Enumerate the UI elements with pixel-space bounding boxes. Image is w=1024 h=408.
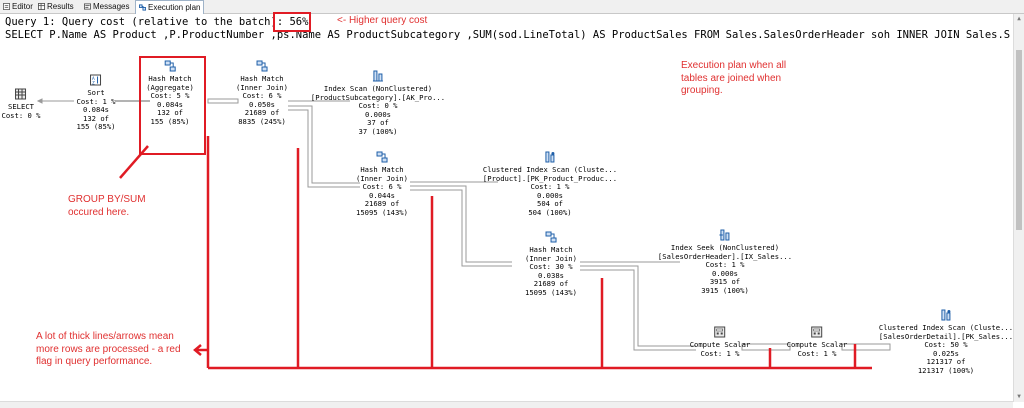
plan-node-hash-join-1[interactable]: Hash Match (Inner Join) Cost: 6 % 0.050s… (236, 60, 288, 127)
compute-scalar-icon (714, 326, 726, 338)
node-rows-estimate: 155 (85%) (76, 122, 116, 132)
annotation-line: A lot of thick lines/arrows mean (36, 331, 174, 342)
horizontal-scrollbar[interactable] (0, 401, 1013, 408)
node-rows-estimate: 155 (85%) (150, 116, 190, 126)
scroll-down-icon[interactable]: ▼ (1015, 393, 1023, 401)
hash-match-icon (376, 151, 388, 163)
annotation-line: tables are joined when (681, 72, 782, 84)
plan-node-compute-scalar-1[interactable]: Compute Scalar Cost: 1 % (690, 326, 750, 358)
annotation-line: flag in query performance. (36, 356, 153, 367)
hash-match-icon (545, 231, 557, 243)
annotation-line: GROUP BY/SUM (68, 194, 146, 205)
node-cost: Cost: 1 % (797, 348, 837, 358)
sort-icon: AZ (90, 74, 102, 86)
scrollbar-thumb[interactable] (1016, 50, 1022, 230)
index-seek-icon (719, 229, 730, 241)
node-rows-estimate: 15095 (143%) (356, 207, 408, 217)
plan-node-index-scan-subcategory[interactable]: Index Scan (NonClustered) [ProductSubcat… (311, 70, 445, 137)
annotation-line: occured here. (68, 206, 130, 218)
annotation-thick-lines: A lot of thick lines/arrows mean more ro… (36, 331, 181, 369)
annotation-group-by: GROUP BY/SUM occured here. (68, 194, 146, 219)
clustered-index-scan-icon (545, 151, 555, 163)
annotation-line: Execution plan when all (681, 60, 787, 71)
node-rows-estimate: 37 (100%) (358, 126, 398, 136)
cost-highlight-box (273, 12, 311, 32)
node-rows-estimate: 121317 (100%) (917, 365, 975, 375)
node-rows-estimate: 8835 (245%) (238, 116, 286, 126)
plan-node-index-seek-order-header[interactable]: Index Seek (NonClustered) [SalesOrderHea… (658, 229, 792, 296)
plan-node-hash-join-2[interactable]: Hash Match (Inner Join) Cost: 6 % 0.044s… (356, 151, 408, 218)
svg-text:Z: Z (92, 81, 95, 87)
plan-node-compute-scalar-2[interactable]: Compute Scalar Cost: 1 % (787, 326, 847, 358)
scroll-up-icon[interactable]: ▲ (1015, 15, 1023, 23)
node-rows-estimate: 3915 (100%) (701, 285, 749, 295)
node-cost: Cost: 0 % (1, 110, 41, 120)
plan-node-clustered-scan-order-detail[interactable]: Clustered Index Scan (Cluste... [SalesOr… (879, 309, 1013, 376)
index-scan-icon (373, 70, 383, 82)
annotation-higher-cost: <- Higher query cost (337, 15, 428, 26)
select-icon (15, 88, 27, 100)
vertical-scrollbar[interactable]: ▲ ▼ (1013, 14, 1024, 402)
plan-node-hash-aggregate[interactable]: Hash Match (Aggregate) Cost: 5 % 0.084s … (146, 60, 194, 127)
compute-scalar-icon (811, 326, 823, 338)
plan-node-clustered-scan-product[interactable]: Clustered Index Scan (Cluste... [Product… (483, 151, 617, 218)
hash-match-icon (256, 60, 268, 72)
clustered-index-scan-icon (941, 309, 951, 321)
plan-node-hash-join-3[interactable]: Hash Match (Inner Join) Cost: 30 % 0.038… (525, 231, 577, 298)
annotation-line: grouping. (681, 85, 723, 96)
plan-node-sort[interactable]: AZ Sort Cost: 1 % 0.084s 132 of 155 (85%… (76, 74, 116, 132)
hash-match-icon (164, 60, 176, 72)
node-rows-estimate: 15095 (143%) (525, 287, 577, 297)
annotation-execution-plan: Execution plan when all tables are joine… (681, 60, 786, 98)
node-rows-estimate: 504 (100%) (528, 207, 572, 217)
annotation-line: more rows are processed - a red (36, 343, 181, 355)
plan-node-select[interactable]: SELECT Cost: 0 % (1, 88, 41, 120)
node-cost: Cost: 1 % (700, 348, 740, 358)
